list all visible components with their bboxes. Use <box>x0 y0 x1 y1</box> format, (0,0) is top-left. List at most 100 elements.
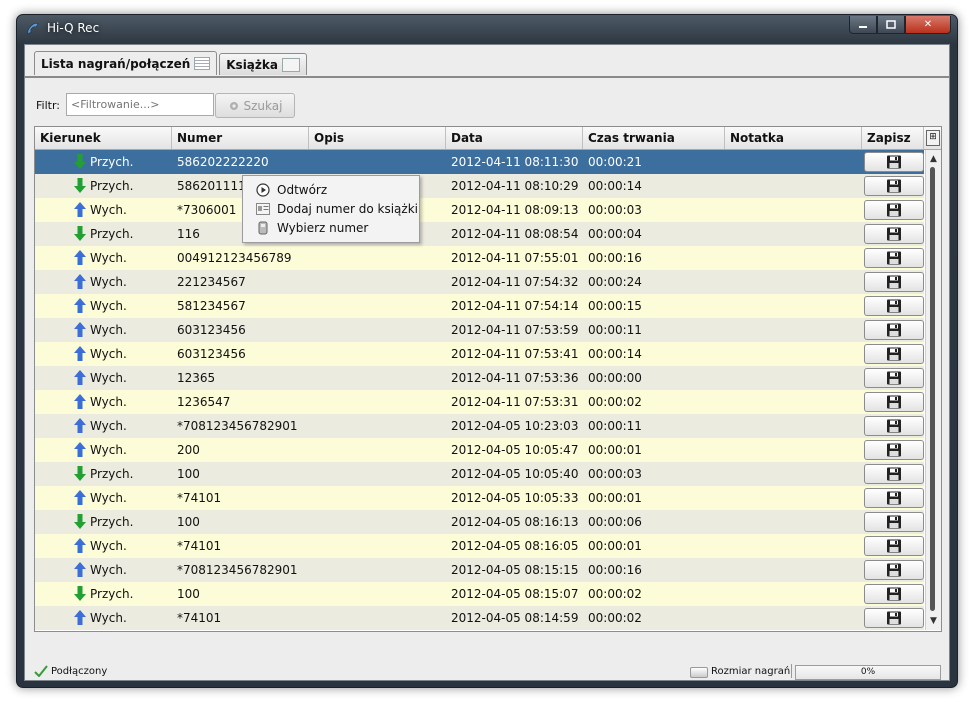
minimize-button[interactable] <box>849 16 877 34</box>
menu-item-play[interactable]: Odtwórz <box>243 180 419 199</box>
scroll-down-icon[interactable]: ▼ <box>927 614 940 628</box>
tab-phonebook[interactable]: Książka <box>219 53 307 75</box>
outgoing-arrow-icon <box>74 418 86 433</box>
col-direction[interactable]: Kierunek <box>35 127 172 149</box>
direction-cell: Wych. <box>73 294 127 318</box>
table-row[interactable]: Wych. *74101 2012-04-05 10:05:33 00:00:01 <box>35 486 924 510</box>
direction-cell: Wych. <box>73 270 127 294</box>
table-row[interactable]: Przych. 116 2012-04-11 08:08:54 00:00:04 <box>35 222 924 246</box>
table-row[interactable]: Wych. 200 2012-04-05 10:05:47 00:00:01 <box>35 438 924 462</box>
floppy-icon <box>887 347 901 361</box>
duration-cell: 00:00:02 <box>588 611 642 625</box>
direction-text: Przych. <box>90 515 134 529</box>
table-row[interactable]: Wych. 221234567 2012-04-11 07:54:32 00:00:2… <box>35 270 924 294</box>
menu-item-add-to-book[interactable]: Dodaj numer do książki <box>243 199 419 218</box>
date-cell: 2012-04-05 10:05:47 <box>451 443 579 457</box>
close-button[interactable]: ✕ <box>905 16 951 34</box>
date-cell: 2012-04-11 07:54:14 <box>451 299 579 313</box>
duration-cell: 00:00:00 <box>588 371 642 385</box>
col-note[interactable]: Notatka <box>725 127 862 149</box>
save-button[interactable] <box>864 416 924 436</box>
direction-text: Wych. <box>90 539 127 553</box>
save-button[interactable] <box>864 320 924 340</box>
outgoing-arrow-icon <box>74 562 86 577</box>
incoming-arrow-icon <box>74 178 86 193</box>
tab-bar: Lista nagrań/połączeń Książka <box>34 51 309 75</box>
floppy-icon <box>887 323 901 337</box>
tab-recordings[interactable]: Lista nagrań/połączeń <box>34 51 218 75</box>
direction-cell: Wych. <box>73 486 127 510</box>
col-duration[interactable]: Czas trwania <box>583 127 725 149</box>
direction-text: Przych. <box>90 155 134 169</box>
save-button[interactable] <box>864 296 924 316</box>
window-controls: ✕ <box>849 16 951 34</box>
save-button[interactable] <box>864 272 924 292</box>
table-row[interactable]: Przych. 100 2012-04-05 08:16:13 00:00:06 <box>35 510 924 534</box>
save-button[interactable] <box>864 512 924 532</box>
date-cell: 2012-04-11 08:09:13 <box>451 203 579 217</box>
menu-item-label: Odtwórz <box>277 182 328 197</box>
date-cell: 2012-04-05 08:16:05 <box>451 539 579 553</box>
save-button[interactable] <box>864 536 924 556</box>
menu-item-dial[interactable]: Wybierz numer <box>243 218 419 237</box>
connected-icon <box>34 665 48 677</box>
table-row[interactable]: Wych. 004912123456789 2012-04-11 07:55:01 0… <box>35 246 924 270</box>
save-button[interactable] <box>864 392 924 412</box>
floppy-icon <box>887 539 901 553</box>
save-button[interactable] <box>864 584 924 604</box>
col-description[interactable]: Opis <box>309 127 446 149</box>
incoming-arrow-icon <box>74 514 86 529</box>
save-button[interactable] <box>864 608 924 628</box>
column-chooser-icon[interactable]: ⊞ <box>926 130 940 146</box>
save-button[interactable] <box>864 464 924 484</box>
table-row[interactable]: Wych. *708123456782901 2012-04-05 10:23:03… <box>35 414 924 438</box>
filter-input[interactable] <box>66 93 214 116</box>
floppy-icon <box>887 251 901 265</box>
save-button[interactable] <box>864 440 924 460</box>
table-row[interactable]: Wych. 603123456 2012-04-11 07:53:41 00:00:1… <box>35 342 924 366</box>
col-save[interactable]: Zapisz <box>862 127 924 149</box>
table-row[interactable]: Przych. 100 2012-04-05 10:05:40 00:00:03 <box>35 462 924 486</box>
save-button[interactable] <box>864 368 924 388</box>
save-button[interactable] <box>864 200 924 220</box>
save-button[interactable] <box>864 248 924 268</box>
title-bar[interactable]: Hi-Q Rec ✕ <box>17 15 957 43</box>
save-button[interactable] <box>864 152 924 172</box>
table-row[interactable]: Wych. 603123456 2012-04-11 07:53:59 00:00:1… <box>35 318 924 342</box>
table-row[interactable]: Wych. 1236547 2012-04-11 07:53:31 00:00:02 <box>35 390 924 414</box>
scroll-up-icon[interactable]: ▲ <box>927 152 940 166</box>
table-row[interactable]: Wych. *7306001 2012-04-11 08:09:13 00:00:03 <box>35 198 924 222</box>
duration-cell: 00:00:11 <box>588 323 642 337</box>
direction-text: Wych. <box>90 323 127 337</box>
table-row[interactable]: Wych. *74101 2012-04-05 08:14:59 00:00:02 <box>35 606 924 630</box>
table-row[interactable]: Wych. 12365 2012-04-11 07:53:36 00:00:00 <box>35 366 924 390</box>
save-button[interactable] <box>864 560 924 580</box>
table-row[interactable]: Przych. 586202222220 2012-04-11 08:11:30 00… <box>35 150 924 174</box>
table-row[interactable]: Wych. *708123456782901 2012-04-05 08:15:15… <box>35 558 924 582</box>
table-row[interactable]: Wych. 581234567 2012-04-11 07:54:14 00:00:1… <box>35 294 924 318</box>
table-row[interactable]: Wych. *74101 2012-04-05 08:16:05 00:00:01 <box>35 534 924 558</box>
date-cell: 2012-04-11 07:55:01 <box>451 251 579 265</box>
save-button[interactable] <box>864 488 924 508</box>
table-row[interactable]: Przych. 586201111 2012-04-11 08:10:29 00:00… <box>35 174 924 198</box>
direction-cell: Wych. <box>73 246 127 270</box>
save-button[interactable] <box>864 224 924 244</box>
date-cell: 2012-04-11 07:53:59 <box>451 323 579 337</box>
search-button[interactable]: Szukaj <box>215 93 295 118</box>
scrollbar-thumb[interactable] <box>930 167 935 611</box>
app-window: Hi-Q Rec ✕ Lista nagrań/połączeń Książka… <box>16 14 958 688</box>
col-date[interactable]: Data <box>446 127 583 149</box>
menu-item-label: Wybierz numer <box>277 220 369 235</box>
direction-text: Przych. <box>90 179 134 193</box>
vertical-scrollbar[interactable]: ▲ ▼ <box>925 150 941 630</box>
save-button[interactable] <box>864 344 924 364</box>
duration-cell: 00:00:21 <box>588 155 642 169</box>
direction-text: Wych. <box>90 395 127 409</box>
save-button[interactable] <box>864 176 924 196</box>
table-row[interactable]: Przych. 100 2012-04-05 08:15:07 00:00:02 <box>35 582 924 606</box>
maximize-button[interactable] <box>877 16 905 34</box>
col-number[interactable]: Numer <box>172 127 309 149</box>
floppy-icon <box>887 419 901 433</box>
direction-text: Wych. <box>90 611 127 625</box>
outgoing-arrow-icon <box>74 274 86 289</box>
